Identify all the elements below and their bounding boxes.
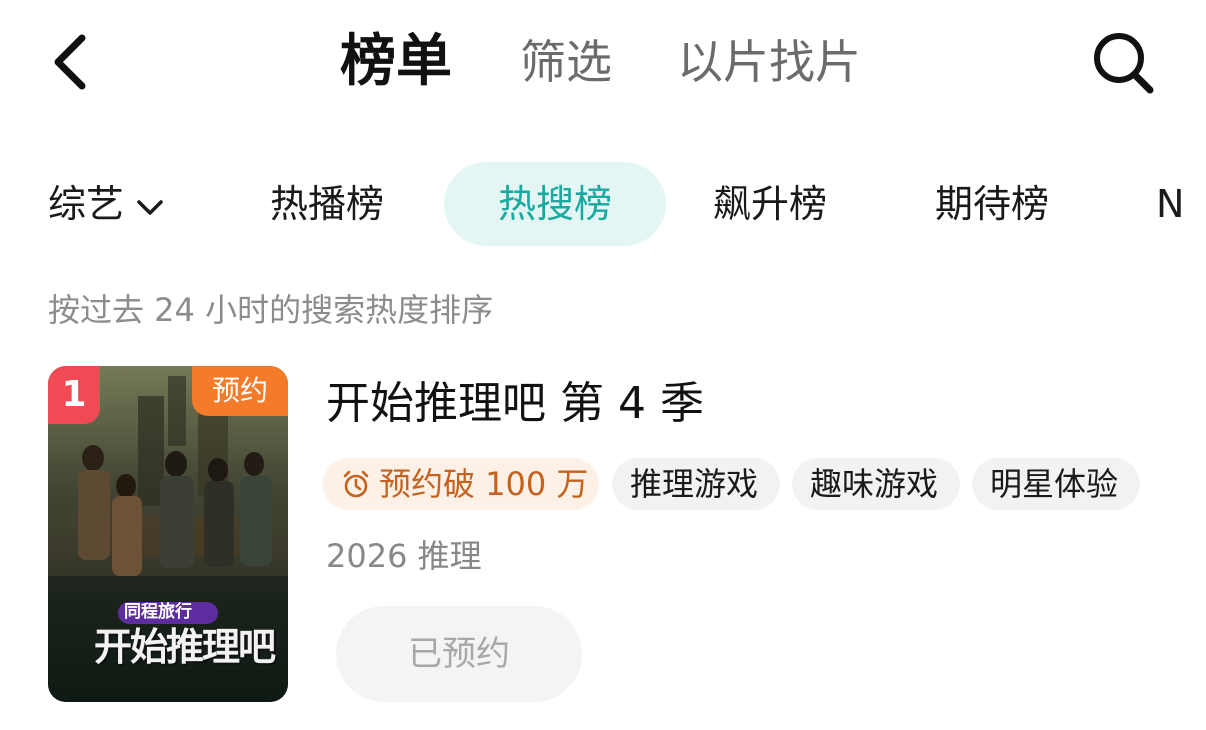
alarm-clock-icon	[343, 470, 369, 498]
tab-hot-play[interactable]: 热播榜	[270, 162, 384, 246]
back-button[interactable]	[40, 22, 112, 102]
show-poster[interactable]: 1 预约 同程旅行 开始推理吧	[48, 366, 288, 702]
show-meta: 2026 推理	[326, 537, 482, 575]
reserve-count-chip: 预约破 100 万	[323, 458, 599, 510]
show-title[interactable]: 开始推理吧 第 4 季	[326, 374, 704, 434]
reserve-count-text: 预约破 100 万	[379, 465, 589, 503]
poster-sponsor-text: 同程旅行	[124, 602, 192, 622]
tab-rising[interactable]: 飙升榜	[713, 162, 827, 246]
genre-tag: 趣味游戏	[792, 458, 960, 510]
poster-show-logo: 开始推理吧	[94, 625, 276, 669]
reserve-badge: 预约	[192, 366, 288, 416]
reserved-button[interactable]: 已预约	[336, 606, 582, 702]
category-selector[interactable]: 综艺	[48, 162, 166, 246]
chevron-down-icon	[137, 199, 163, 215]
genre-tag: 推理游戏	[612, 458, 780, 510]
ranking-screen: 榜单 筛选 以片找片 综艺 热播榜 热搜榜 飙升榜 期待榜 N 按过去 24 小…	[0, 0, 1206, 730]
tab-next-partial[interactable]: N	[1156, 162, 1184, 246]
ranking-description: 按过去 24 小时的搜索热度排序	[48, 291, 494, 329]
tab-filter[interactable]: 筛选	[520, 24, 612, 100]
search-icon	[1094, 33, 1154, 94]
tab-ranking[interactable]: 榜单	[340, 24, 452, 100]
chevron-left-icon	[54, 34, 86, 90]
category-tabs: 综艺 热播榜 热搜榜 飙升榜 期待榜 N	[0, 162, 1206, 246]
category-selector-label: 综艺	[48, 182, 125, 226]
rank-badge: 1	[48, 366, 100, 424]
search-button[interactable]	[1088, 26, 1158, 98]
genre-tag: 明星体验	[972, 458, 1140, 510]
tab-anticipated[interactable]: 期待榜	[935, 162, 1049, 246]
tab-image-search[interactable]: 以片找片	[677, 24, 861, 100]
tab-hot-search[interactable]: 热搜榜	[444, 162, 666, 246]
